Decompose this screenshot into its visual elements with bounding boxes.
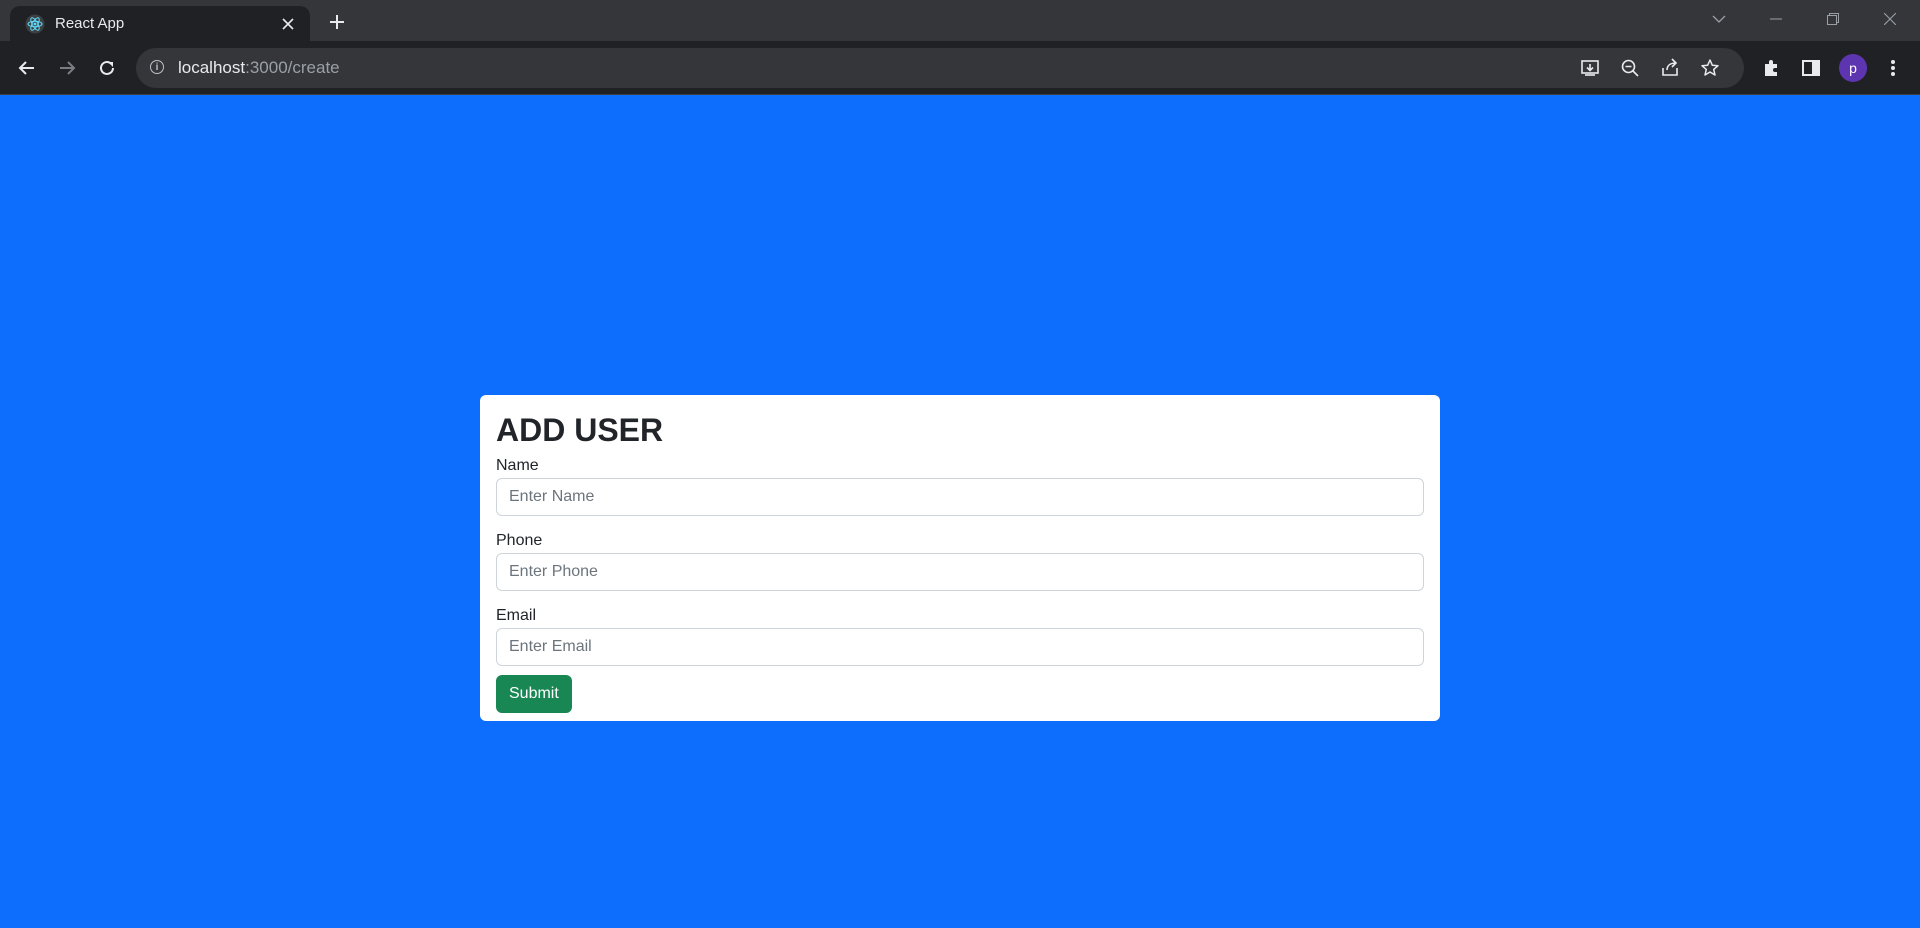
url-path: :3000/create — [245, 58, 340, 77]
install-icon[interactable] — [1578, 56, 1602, 80]
forward-icon[interactable] — [52, 53, 82, 83]
back-icon[interactable] — [12, 53, 42, 83]
page-title: ADD USER — [496, 412, 664, 448]
extensions-icon[interactable] — [1757, 54, 1785, 82]
url-host: localhost — [178, 58, 246, 77]
add-user-card: ADD USER Name Phone Email Submit — [480, 395, 1440, 721]
reload-icon[interactable] — [92, 53, 122, 83]
phone-field-group: Phone — [496, 531, 1424, 591]
submit-button[interactable]: Submit — [496, 675, 572, 713]
name-label: Name — [496, 457, 539, 474]
address-bar[interactable]: i localhost:3000/create — [136, 48, 1744, 88]
browser-toolbar: i localhost:3000/create p — [0, 41, 1920, 95]
email-input[interactable] — [496, 628, 1424, 666]
react-icon — [25, 14, 45, 34]
email-label: Email — [496, 607, 537, 624]
plus-icon[interactable] — [322, 8, 352, 36]
browser-tab[interactable]: React App — [10, 6, 310, 41]
email-field-group: Email — [496, 606, 1424, 666]
info-icon[interactable]: i — [150, 60, 164, 74]
side-panel-icon[interactable] — [1797, 54, 1825, 82]
name-field-group: Name — [496, 456, 1424, 516]
restore-icon[interactable] — [1813, 4, 1853, 34]
name-input[interactable] — [496, 478, 1424, 516]
phone-input[interactable] — [496, 553, 1424, 591]
share-icon[interactable] — [1658, 56, 1682, 80]
tab-search-icon[interactable] — [1699, 4, 1739, 34]
url-text[interactable]: localhost:3000/create — [178, 58, 340, 78]
menu-icon[interactable] — [1879, 54, 1907, 82]
star-icon[interactable] — [1698, 56, 1722, 80]
close-icon[interactable] — [276, 12, 300, 36]
avatar[interactable]: p — [1839, 54, 1867, 82]
phone-label: Phone — [496, 532, 543, 549]
close-window-icon[interactable] — [1870, 4, 1910, 34]
minimize-icon[interactable] — [1756, 4, 1796, 34]
tab-title: React App — [55, 15, 125, 32]
zoom-out-icon[interactable] — [1618, 56, 1642, 80]
browser-tab-strip: React App — [0, 0, 1920, 41]
